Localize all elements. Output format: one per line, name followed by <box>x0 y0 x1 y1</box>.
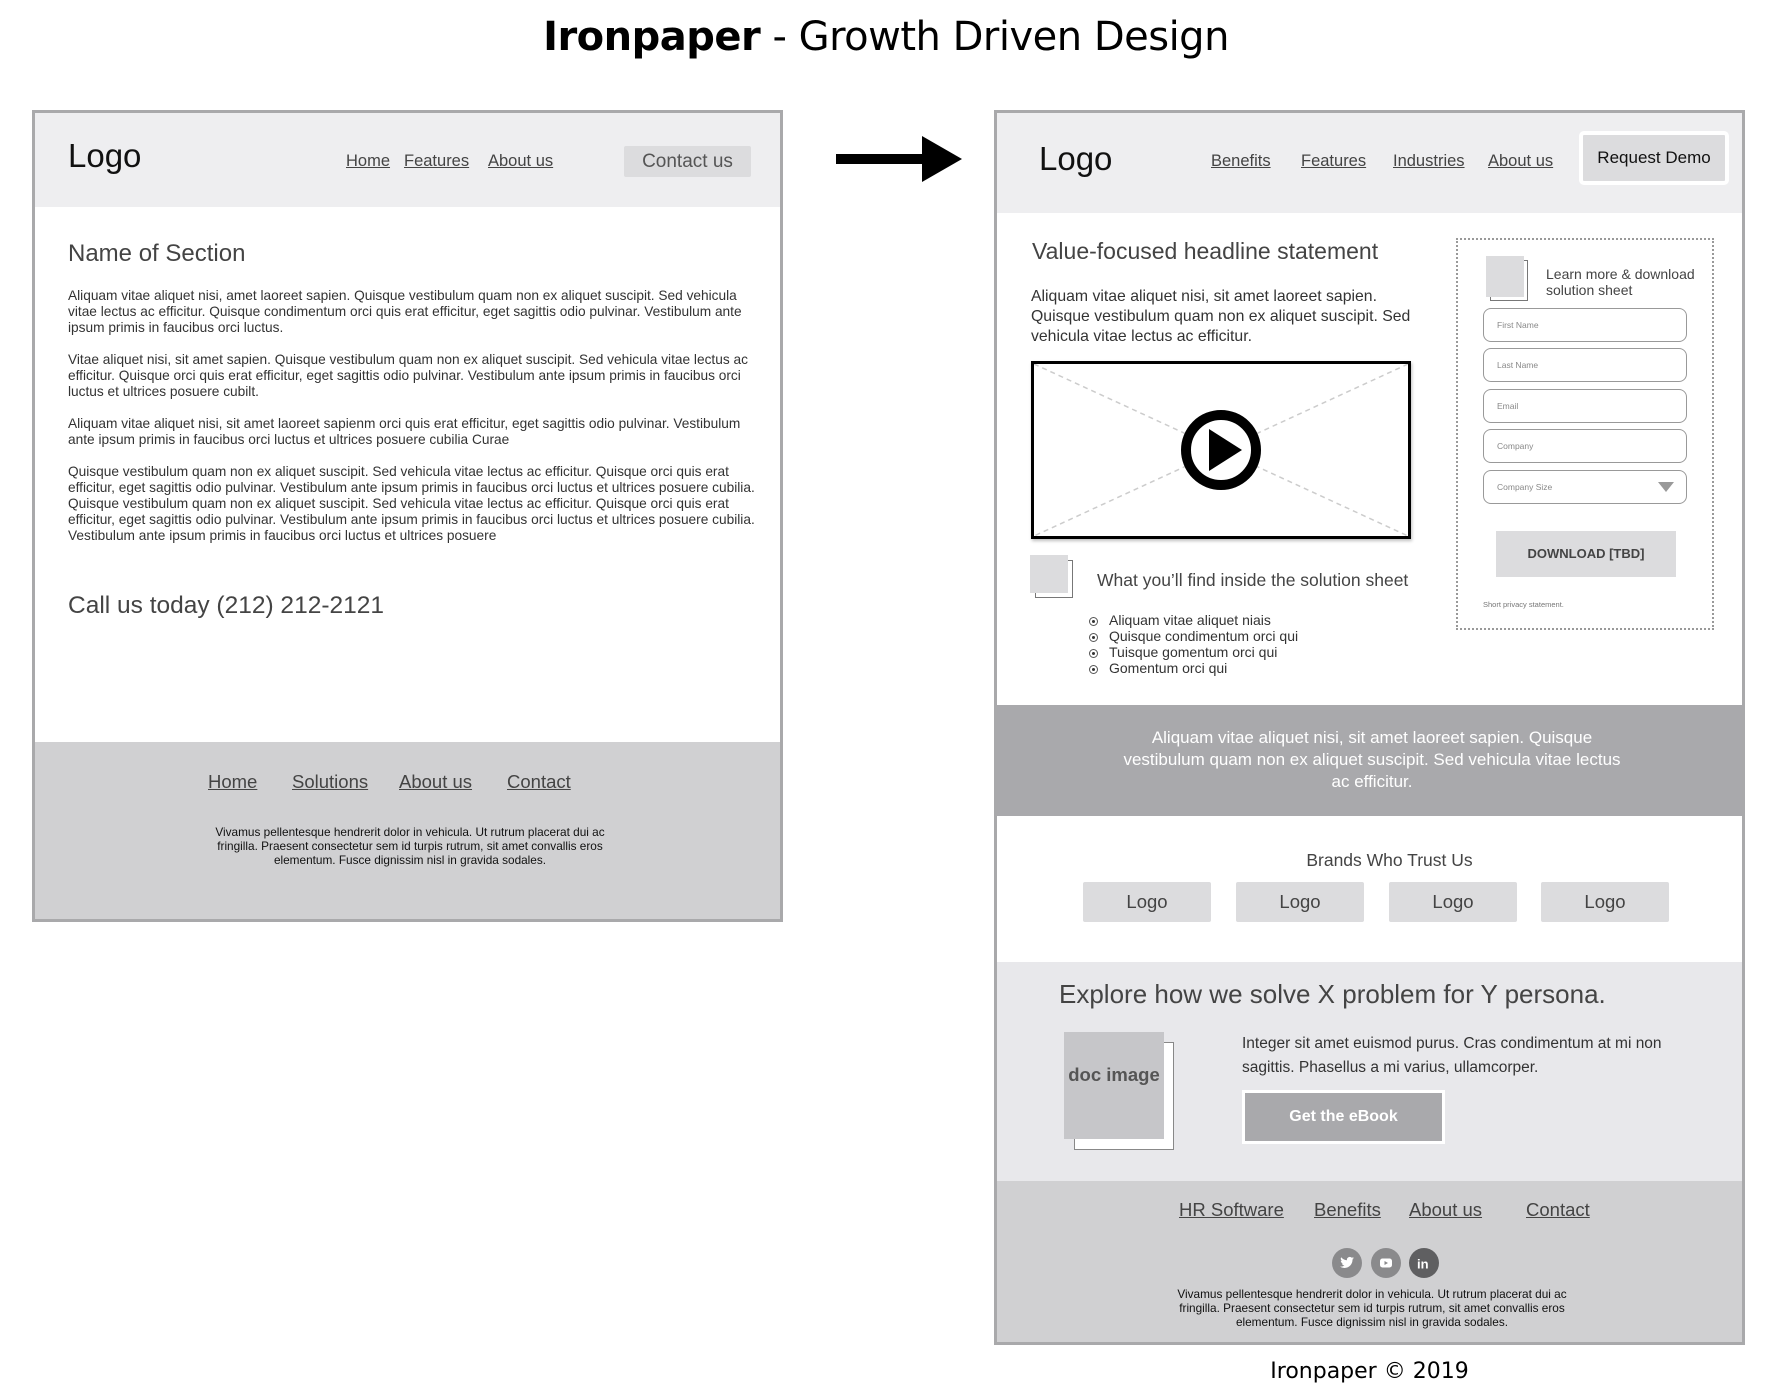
download-form: Learn more & download solution sheet Fir… <box>1456 238 1714 630</box>
get-ebook-button[interactable]: Get the eBook <box>1242 1090 1445 1144</box>
privacy-statement: Short privacy statement. <box>1483 600 1564 609</box>
email-field[interactable]: Email <box>1483 389 1687 423</box>
radio-bullet-icon <box>1089 617 1098 626</box>
form-heading: Learn more & download solution sheet <box>1546 266 1695 298</box>
doc-image: doc image <box>1064 1032 1174 1150</box>
find-inside-title: What you’ll find inside the solution she… <box>1097 570 1409 590</box>
arrow-right-icon <box>836 136 962 182</box>
page-title: Ironpaper - Growth Driven Design <box>0 14 1772 60</box>
svg-text:in: in <box>1417 1257 1429 1271</box>
footer: HR Software Benefits About us Contact in… <box>997 1181 1742 1342</box>
footer-nav-about-us[interactable]: About us <box>1409 1199 1482 1221</box>
nav-features[interactable]: Features <box>1301 152 1366 171</box>
twitter-icon[interactable] <box>1332 1248 1362 1278</box>
paragraph: Quisque vestibulum quam non ex aliquet s… <box>68 464 755 543</box>
list-item: Gomentum orci qui <box>1089 660 1298 676</box>
paragraph: Aliquam vitae aliquet nisi, amet laoreet… <box>68 288 742 335</box>
last-name-field[interactable]: Last Name <box>1483 348 1687 382</box>
footer: Home Solutions About us Contact Vivamus … <box>35 742 780 919</box>
nav-industries[interactable]: Industries <box>1393 152 1465 171</box>
paragraph: Vitae aliquet nisi, sit amet sapien. Qui… <box>68 352 748 399</box>
explore-title: Explore how we solve X problem for Y per… <box>1059 979 1606 1009</box>
nav-home[interactable]: Home <box>346 152 390 171</box>
footer-nav-about-us[interactable]: About us <box>399 771 472 793</box>
footer-text: Vivamus pellentesque hendrerit dolor in … <box>215 825 605 867</box>
request-demo-button[interactable]: Request Demo <box>1579 131 1729 185</box>
explore-section: Explore how we solve X problem for Y per… <box>997 962 1742 1181</box>
contact-us-button[interactable]: Contact us <box>624 146 751 177</box>
youtube-icon[interactable] <box>1371 1248 1401 1278</box>
brand-logo: Logo <box>1389 882 1517 922</box>
brand-logo: Logo <box>1083 882 1211 922</box>
wireframe-after: Logo Benefits Features Industries About … <box>994 110 1745 1345</box>
brand-logo: Logo <box>1236 882 1364 922</box>
first-name-field[interactable]: First Name <box>1483 308 1687 342</box>
logo[interactable]: Logo <box>68 137 141 175</box>
company-size-select[interactable]: Company Size <box>1483 470 1687 504</box>
title-brand: Ironpaper <box>543 14 761 60</box>
band-text: Aliquam vitae aliquet nisi, sit amet lao… <box>1123 728 1621 791</box>
play-icon[interactable] <box>1180 409 1262 491</box>
video-placeholder[interactable] <box>1031 361 1411 539</box>
brands-title: Brands Who Trust Us <box>1306 850 1473 870</box>
hero-headline: Value-focused headline statement <box>1032 238 1379 264</box>
brand-logo: Logo <box>1541 882 1669 922</box>
footer-nav-contact[interactable]: Contact <box>507 771 571 793</box>
nav-about-us[interactable]: About us <box>488 152 553 171</box>
section-title: Name of Section <box>68 240 246 267</box>
list-item: Quisque condimentum orci qui <box>1089 628 1298 644</box>
nav-features[interactable]: Features <box>404 152 469 171</box>
nav-benefits[interactable]: Benefits <box>1211 152 1271 171</box>
footer-text: Vivamus pellentesque hendrerit dolor in … <box>1177 1287 1567 1329</box>
wireframe-before: Logo Home Features About us Contact us N… <box>32 110 783 922</box>
footer-nav-hr-software[interactable]: HR Software <box>1179 1199 1284 1221</box>
title-subtitle: - Growth Driven Design <box>760 14 1229 60</box>
radio-bullet-icon <box>1089 649 1098 658</box>
copyright: Ironpaper © 2019 <box>1270 1359 1469 1384</box>
doc-image-label: doc image <box>1064 1032 1164 1139</box>
dropdown-caret-icon <box>1658 482 1674 492</box>
nav-about-us[interactable]: About us <box>1488 152 1553 171</box>
download-button[interactable]: DOWNLOAD [TBD] <box>1496 531 1676 577</box>
hero-text: Aliquam vitae aliquet nisi, sit amet lao… <box>1031 288 1411 345</box>
list-item: Tuisque gomentum orci qui <box>1089 644 1298 660</box>
company-size-label: Company Size <box>1497 482 1553 492</box>
company-field[interactable]: Company <box>1483 429 1687 463</box>
logo[interactable]: Logo <box>1039 140 1112 178</box>
radio-bullet-icon <box>1089 665 1098 674</box>
explore-text: Integer sit amet euismod purus. Cras con… <box>1242 1035 1662 1076</box>
find-inside-list: Aliquam vitae aliquet niais Quisque cond… <box>1089 612 1298 676</box>
footer-nav-home[interactable]: Home <box>208 771 257 793</box>
footer-nav-benefits[interactable]: Benefits <box>1314 1199 1381 1221</box>
footer-nav-solutions[interactable]: Solutions <box>292 771 368 793</box>
paragraph: Aliquam vitae aliquet nisi, sit amet lao… <box>68 416 741 447</box>
header: Logo Benefits Features Industries About … <box>997 113 1742 213</box>
call-us-text: Call us today (212) 212-2121 <box>68 592 384 619</box>
list-item: Aliquam vitae aliquet niais <box>1089 612 1298 628</box>
header: Logo Home Features About us Contact us <box>35 113 780 207</box>
linkedin-icon[interactable]: in <box>1409 1248 1439 1278</box>
highlight-band: Aliquam vitae aliquet nisi, sit amet lao… <box>997 705 1742 816</box>
radio-bullet-icon <box>1089 633 1098 642</box>
footer-nav-contact[interactable]: Contact <box>1526 1199 1590 1221</box>
